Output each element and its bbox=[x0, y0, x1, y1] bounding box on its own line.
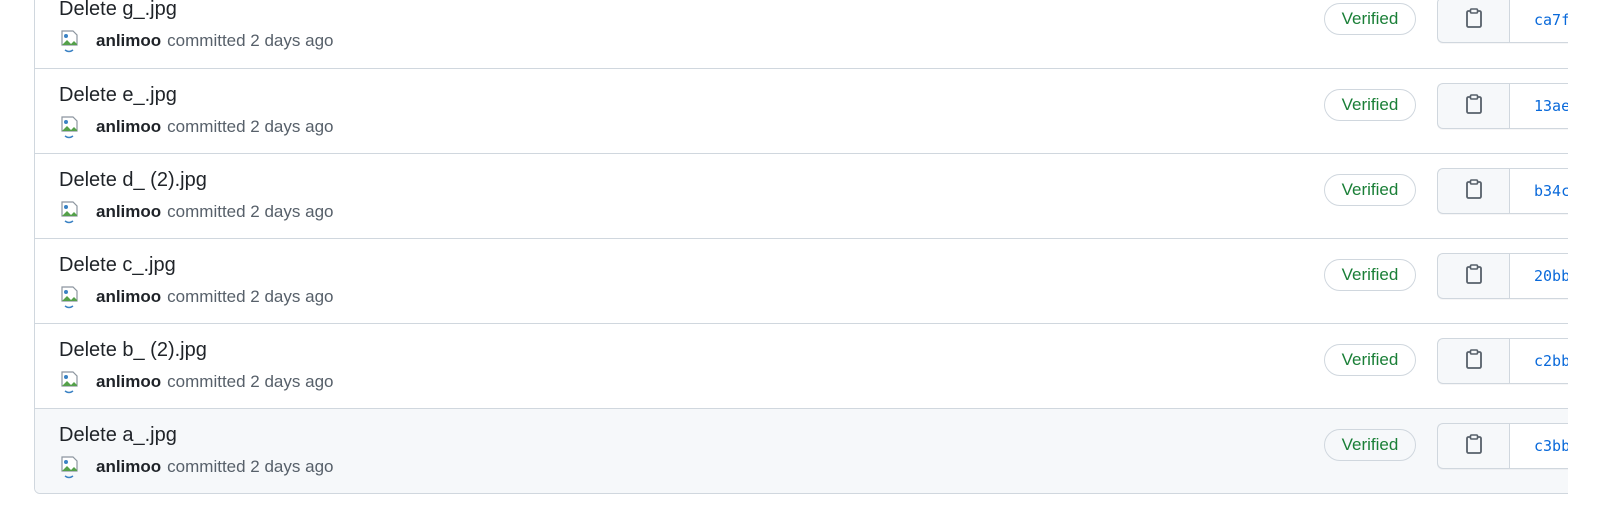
copy-sha-button[interactable] bbox=[1438, 169, 1510, 213]
copy-sha-button[interactable] bbox=[1438, 254, 1510, 298]
clipboard-icon bbox=[1465, 263, 1483, 289]
author-link[interactable]: anlimoo bbox=[96, 202, 161, 222]
clipboard-icon bbox=[1465, 7, 1483, 33]
commit-row: Delete d_ (2).jpg anlimoo committed 2 da… bbox=[35, 153, 1600, 238]
broken-image-avatar-icon[interactable] bbox=[59, 285, 81, 309]
commit-time: committed 2 days ago bbox=[167, 202, 334, 221]
commit-row: Delete c_.jpg anlimoo committed 2 days a… bbox=[35, 238, 1600, 323]
broken-image-avatar-icon[interactable] bbox=[59, 115, 81, 139]
clipboard-icon bbox=[1465, 433, 1483, 459]
copy-sha-button[interactable] bbox=[1438, 339, 1510, 383]
author-link[interactable]: anlimoo bbox=[96, 31, 161, 51]
verified-badge[interactable]: Verified bbox=[1324, 429, 1416, 461]
commit-row: Delete a_.jpg anlimoo committed 2 days a… bbox=[35, 408, 1600, 493]
commit-meta: anlimoo committed 2 days ago bbox=[59, 29, 333, 53]
commit-title-link[interactable]: Delete d_ (2).jpg bbox=[59, 168, 207, 192]
author-link[interactable]: anlimoo bbox=[96, 372, 161, 392]
broken-image-avatar-icon[interactable] bbox=[59, 455, 81, 479]
commit-time: committed 2 days ago bbox=[167, 31, 334, 50]
commit-meta: anlimoo committed 2 days ago bbox=[59, 200, 333, 224]
commit-list: Delete g_.jpg anlimoo committed 2 days a… bbox=[34, 0, 1600, 494]
clipboard-icon bbox=[1465, 178, 1483, 204]
commit-time: committed 2 days ago bbox=[167, 117, 334, 136]
clipboard-icon bbox=[1465, 348, 1483, 374]
author-link[interactable]: anlimoo bbox=[96, 117, 161, 137]
commit-time: committed 2 days ago bbox=[167, 372, 334, 391]
verified-badge[interactable]: Verified bbox=[1324, 259, 1416, 291]
commit-title-link[interactable]: Delete a_.jpg bbox=[59, 423, 177, 447]
commit-title-link[interactable]: Delete c_.jpg bbox=[59, 253, 176, 277]
verified-badge[interactable]: Verified bbox=[1324, 3, 1416, 35]
commit-row: Delete e_.jpg anlimoo committed 2 days a… bbox=[35, 68, 1600, 153]
verified-badge[interactable]: Verified bbox=[1324, 89, 1416, 121]
commit-meta: anlimoo committed 2 days ago bbox=[59, 455, 333, 479]
verified-badge[interactable]: Verified bbox=[1324, 344, 1416, 376]
commit-title-link[interactable]: Delete b_ (2).jpg bbox=[59, 338, 207, 362]
broken-image-avatar-icon[interactable] bbox=[59, 200, 81, 224]
clipboard-icon bbox=[1465, 93, 1483, 119]
commit-title-link[interactable]: Delete e_.jpg bbox=[59, 83, 177, 107]
commit-history-page: Delete g_.jpg anlimoo committed 2 days a… bbox=[0, 0, 1600, 529]
commit-time: committed 2 days ago bbox=[167, 457, 334, 476]
commit-title-link[interactable]: Delete g_.jpg bbox=[59, 0, 177, 21]
broken-image-avatar-icon[interactable] bbox=[59, 370, 81, 394]
commit-meta: anlimoo committed 2 days ago bbox=[59, 115, 333, 139]
copy-sha-button[interactable] bbox=[1438, 424, 1510, 468]
viewport-edge bbox=[1568, 0, 1600, 529]
copy-sha-button[interactable] bbox=[1438, 84, 1510, 128]
commit-row: Delete b_ (2).jpg anlimoo committed 2 da… bbox=[35, 323, 1600, 408]
broken-image-avatar-icon[interactable] bbox=[59, 29, 81, 53]
copy-sha-button[interactable] bbox=[1438, 0, 1510, 42]
author-link[interactable]: anlimoo bbox=[96, 457, 161, 477]
commit-time: committed 2 days ago bbox=[167, 287, 334, 306]
commit-meta: anlimoo committed 2 days ago bbox=[59, 370, 333, 394]
verified-badge[interactable]: Verified bbox=[1324, 174, 1416, 206]
author-link[interactable]: anlimoo bbox=[96, 287, 161, 307]
commit-meta: anlimoo committed 2 days ago bbox=[59, 285, 333, 309]
commit-row: Delete g_.jpg anlimoo committed 2 days a… bbox=[35, 0, 1600, 68]
